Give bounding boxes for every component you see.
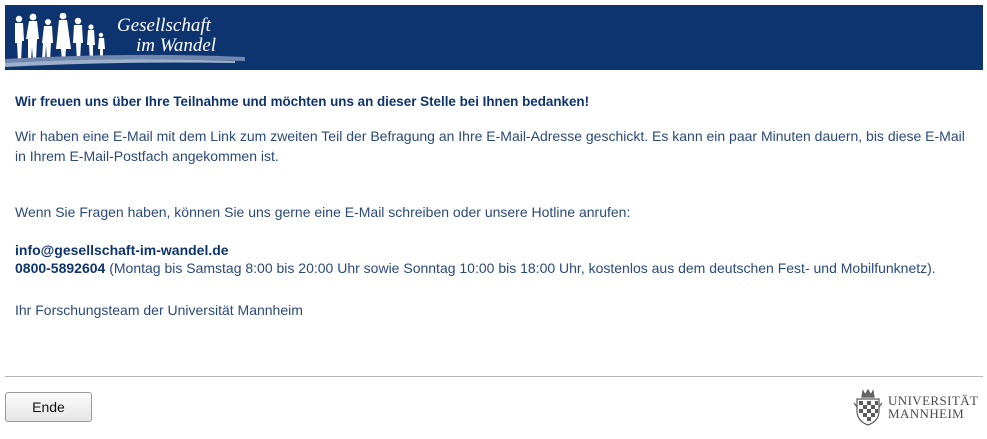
contact-email: info@gesellschaft-im-wandel.de (15, 242, 229, 258)
thank-you-heading: Wir freuen uns über Ihre Teilnahme und m… (15, 94, 590, 109)
brand-title: Gesellschaft im Wandel (117, 16, 216, 56)
email-sent-notice: Wir haben eine E-Mail mit dem Link zum z… (15, 128, 965, 164)
end-button[interactable]: Ende (5, 392, 92, 422)
hotline-hours: (Montag bis Samstag 8:00 bis 20:00 Uhr s… (105, 260, 936, 276)
university-name: UNIVERSITÄT MANNHEIM (888, 394, 978, 420)
questions-text: Wenn Sie Fragen haben, können Sie uns ge… (15, 204, 631, 220)
brand-title-line1: Gesellschaft (117, 15, 211, 36)
university-name-line2: MANNHEIM (888, 406, 965, 421)
site-header: Gesellschaft im Wandel (5, 5, 983, 70)
hotline-line: 0800-5892604 (Montag bis Samstag 8:00 bi… (15, 258, 936, 278)
hotline-number: 0800-5892604 (15, 260, 106, 276)
university-crest-icon (853, 389, 883, 426)
brand-title-line2: im Wandel (136, 35, 217, 56)
footer-divider (5, 376, 983, 377)
signature: Ihr Forschungsteam der Universität Mannh… (15, 302, 303, 318)
university-logo: UNIVERSITÄT MANNHEIM (851, 389, 978, 427)
